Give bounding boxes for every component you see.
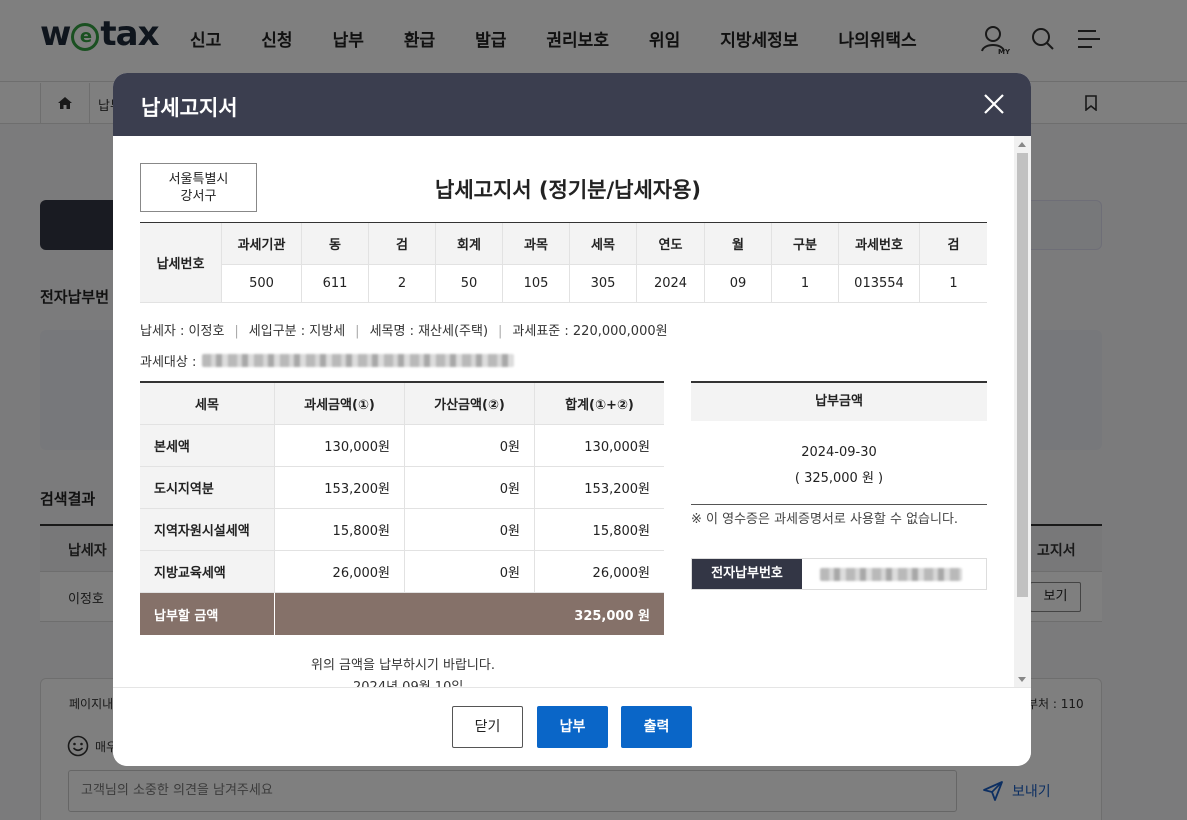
col-tax-amount: 과세금액(①) xyxy=(275,383,405,424)
info-tax-base: 과세표준 : 220,000,000원 xyxy=(512,324,668,339)
grid-value: 013554 xyxy=(839,265,920,303)
grid-header: 과세번호 xyxy=(839,223,920,265)
col-sum: 합계(①+②) xyxy=(535,383,664,424)
sum-amount: 153,200원 xyxy=(584,482,650,497)
grid-value: 09 xyxy=(705,265,772,303)
region-box: 서울특별시 강서구 xyxy=(140,163,257,212)
grid-header: 동 xyxy=(302,223,369,265)
sum-amount: 130,000원 xyxy=(584,440,650,455)
modal-header: 납세고지서 xyxy=(113,73,1031,136)
region-city: 서울특별시 xyxy=(168,172,229,187)
scroll-thumb[interactable] xyxy=(1017,153,1028,597)
total-row: 납부할 금액 325,000 원 xyxy=(140,593,664,635)
tax-item-name: 본세액 xyxy=(140,425,275,466)
grid-value: 500 xyxy=(222,265,302,303)
grid-header: 회계 xyxy=(436,223,503,265)
tax-item-name: 지방교육세액 xyxy=(140,551,275,592)
issue-date: 2024년 09월 10일 xyxy=(353,676,463,687)
additional-amount: 0원 xyxy=(405,551,535,592)
tax-amount: 130,000원 xyxy=(275,425,405,466)
grid-header: 구분 xyxy=(772,223,839,265)
table-row: 본세액 130,000원 0원 130,000원 xyxy=(140,425,664,467)
tax-target-label: 과세대상 : xyxy=(140,355,197,370)
electronic-payment-number: 전자납부번호 xyxy=(691,558,987,590)
grid-value: 1 xyxy=(920,265,987,303)
table-row: 지방교육세액 26,000원 0원 26,000원 xyxy=(140,551,664,593)
scroll-up-icon[interactable] xyxy=(1018,142,1026,147)
grid-header: 연도 xyxy=(637,223,705,265)
grid-value: 611 xyxy=(302,265,369,303)
sum-amount: 26,000원 xyxy=(592,566,650,581)
col-additional-amount: 가산금액(②) xyxy=(405,383,535,424)
grid-header: 과목 xyxy=(503,223,570,265)
modal-title: 납세고지서 xyxy=(141,96,238,120)
tax-amount: 26,000원 xyxy=(275,551,405,592)
scroll-down-icon[interactable] xyxy=(1018,677,1026,682)
grid-header: 검 xyxy=(920,223,987,265)
additional-amount: 0원 xyxy=(405,425,535,466)
close-button[interactable]: 닫기 xyxy=(452,706,523,748)
tax-amount: 153,200원 xyxy=(275,467,405,508)
grid-header: 월 xyxy=(705,223,772,265)
pay-button[interactable]: 납부 xyxy=(537,706,608,748)
tax-amount-table: 세목 과세금액(①) 가산금액(②) 합계(①+②) 본세액 130,000원 … xyxy=(140,381,664,635)
modal-footer: 닫기 납부 출력 xyxy=(113,687,1031,766)
receipt-note: ※ 이 영수증은 과세증명서로 사용할 수 없습니다. xyxy=(691,512,959,527)
tax-target-line: 과세대상 : xyxy=(140,351,515,370)
grid-value: 305 xyxy=(570,265,637,303)
total-amount: 325,000 원 xyxy=(275,593,664,635)
grid-header: 과세기관 xyxy=(222,223,302,265)
additional-amount: 0원 xyxy=(405,509,535,550)
region-district: 강서구 xyxy=(180,189,217,204)
total-label: 납부할 금액 xyxy=(140,593,275,635)
table-row: 지역자원시설세액 15,800원 0원 15,800원 xyxy=(140,509,664,551)
tax-number-label: 납세번호 xyxy=(140,223,222,303)
tax-notice-modal: 납세고지서 서울특별시 강서구 납세고지서 (정기분/납세자용) 납세번호 과세… xyxy=(113,73,1031,766)
sum-amount: 15,800원 xyxy=(592,524,650,539)
close-icon[interactable] xyxy=(980,90,1008,118)
document-title: 납세고지서 (정기분/납세자용) xyxy=(435,178,702,202)
payment-amount-value: ( 325,000 원 ) xyxy=(794,471,884,486)
info-tax-name: 세목명 : 재산세(주택) xyxy=(369,324,489,339)
tax-item-name: 지역자원시설세액 xyxy=(140,509,275,550)
payment-request-text: 위의 금액을 납부하시기 바랍니다. xyxy=(311,658,495,673)
payment-due-date: 2024-09-30 xyxy=(801,445,877,460)
col-tax-item: 세목 xyxy=(140,383,275,424)
grid-value: 2024 xyxy=(637,265,705,303)
payment-amount-box: 납부금액 2024-09-30 ( 325,000 원 ) xyxy=(691,381,987,505)
modal-body: 서울특별시 강서구 납세고지서 (정기분/납세자용) 납세번호 과세기관 동 검… xyxy=(113,136,1031,687)
additional-amount: 0원 xyxy=(405,467,535,508)
tax-amount: 15,800원 xyxy=(275,509,405,550)
grid-value: 1 xyxy=(772,265,839,303)
tax-table-header: 세목 과세금액(①) 가산금액(②) 합계(①+②) xyxy=(140,383,664,425)
info-payer: 납세자 : 이정호 xyxy=(140,324,225,339)
info-income-type: 세입구분 : 지방세 xyxy=(248,324,346,339)
print-button[interactable]: 출력 xyxy=(621,706,692,748)
tax-item-name: 도시지역분 xyxy=(140,467,275,508)
tax-target-address-redacted xyxy=(202,354,515,367)
tax-number-grid: 납세번호 과세기관 동 검 회계 과목 세목 연도 월 구분 과세번호 검 50… xyxy=(140,222,987,303)
tax-info-line: 납세자 : 이정호 | 세입구분 : 지방세 | 세목명 : 재산세(주택) | 과세표준 … xyxy=(140,324,668,339)
epay-number-redacted xyxy=(820,568,962,581)
grid-value: 50 xyxy=(436,265,503,303)
epay-label: 전자납부번호 xyxy=(692,559,802,589)
grid-value: 105 xyxy=(503,265,570,303)
grid-header: 검 xyxy=(369,223,436,265)
grid-value: 2 xyxy=(369,265,436,303)
payment-amount-header: 납부금액 xyxy=(691,383,987,421)
table-row: 도시지역분 153,200원 0원 153,200원 xyxy=(140,467,664,509)
grid-header: 세목 xyxy=(570,223,637,265)
